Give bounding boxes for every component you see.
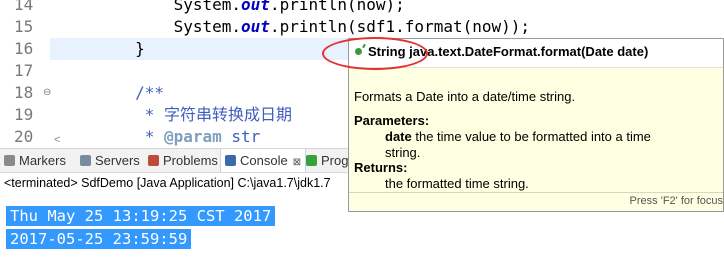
- line-number: 19: [14, 105, 34, 124]
- code-line[interactable]: 15 System.out.println(sdf1.format(now));: [0, 16, 724, 38]
- console-status: <terminated> SdfDemo [Java Application] …: [4, 176, 331, 190]
- returns-desc: the formatted time string.: [385, 176, 529, 191]
- close-icon[interactable]: ⊠: [293, 157, 301, 168]
- line-gutter: 18 ⊖: [0, 82, 51, 104]
- code-text: * 字符串转换成日期: [58, 105, 292, 124]
- line-number: 20: [14, 127, 34, 146]
- code-text: }: [58, 39, 145, 58]
- param-entry-cont: string.: [385, 145, 421, 160]
- line-gutter: 19: [0, 104, 50, 126]
- param-entry: date the time value to be formatted into…: [385, 129, 651, 144]
- code-line[interactable]: 14 System.out.println(now);: [0, 0, 724, 16]
- line-number: 14: [14, 0, 34, 14]
- progress-icon: [306, 155, 317, 166]
- fold-toggle-icon[interactable]: ⊖: [43, 82, 51, 104]
- scroll-left-icon[interactable]: <: [54, 134, 60, 146]
- returns-heading: Returns:: [354, 160, 408, 175]
- markers-icon: [4, 155, 15, 166]
- tab-markers[interactable]: Markers: [4, 149, 66, 172]
- hover-footer: Press 'F2' for focus: [349, 192, 723, 211]
- console-output-line[interactable]: 2017-05-25 23:59:59: [6, 229, 192, 249]
- code-text: System.out.println(sdf1.format(now));: [58, 17, 531, 36]
- tab-servers[interactable]: Servers: [80, 149, 140, 172]
- line-gutter: 15: [0, 16, 50, 38]
- code-text: /**: [58, 83, 164, 102]
- tab-problems[interactable]: Problems: [148, 149, 218, 172]
- line-number: 18: [14, 83, 34, 102]
- line-number: 17: [14, 61, 34, 80]
- line-number: 16: [14, 39, 34, 58]
- line-gutter: 17: [0, 60, 50, 82]
- hover-description: Formats a Date into a date/time string.: [354, 89, 576, 104]
- tab-console[interactable]: Console ⊠: [220, 149, 307, 172]
- console-icon: [225, 155, 236, 166]
- tab-progress[interactable]: Prog: [306, 149, 348, 172]
- line-gutter: 16: [0, 38, 50, 60]
- code-text: System.out.println(now);: [58, 0, 405, 14]
- line-gutter: 14: [0, 0, 50, 16]
- console-output-line[interactable]: Thu May 25 13:19:25 CST 2017: [6, 206, 276, 226]
- problems-icon: [148, 155, 159, 166]
- servers-icon: [80, 155, 91, 166]
- line-gutter: 20: [0, 126, 50, 148]
- focus-hint: Press 'F2' for focus: [629, 195, 723, 207]
- red-annotation-circle: [322, 37, 428, 70]
- params-heading: Parameters:: [354, 113, 430, 128]
- line-number: 15: [14, 17, 34, 36]
